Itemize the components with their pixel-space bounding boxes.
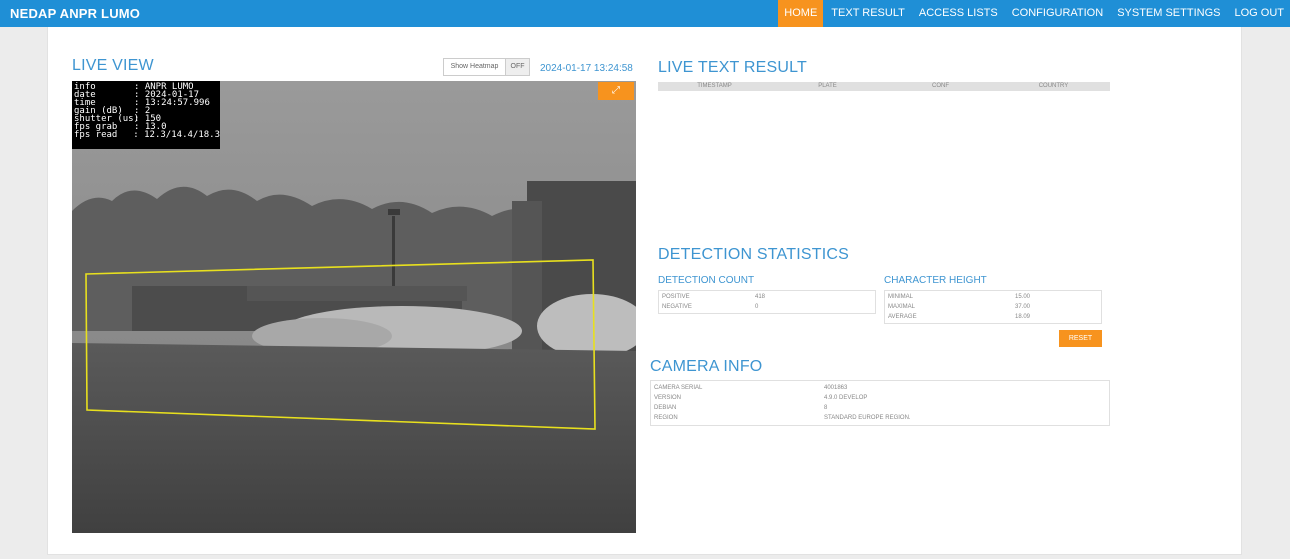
stat-label: NEGATIVE	[662, 304, 692, 310]
top-navbar: NEDAP ANPR LUMO HOME TEXT RESULT ACCESS …	[0, 0, 1290, 27]
stat-value: 15.00	[1015, 294, 1031, 300]
overlay-value: : 12.3/14.4/18.3	[133, 130, 220, 140]
stat-label: AVERAGE	[888, 314, 917, 320]
cam-label: REGION	[654, 415, 678, 421]
result-table-header: TIMESTAMP PLATE CONF COUNTRY	[658, 82, 1110, 91]
character-height-title: CHARACTER HEIGHT	[884, 275, 987, 286]
cam-value: STANDARD EUROPE REGION.	[824, 415, 911, 421]
camera-info-overlay: info: ANPR LUMO date: 2024-01-17 time: 1…	[72, 81, 220, 149]
nav-home[interactable]: HOME	[778, 0, 824, 27]
main-nav: HOME TEXT RESULT ACCESS LISTS CONFIGURAT…	[776, 0, 1290, 27]
col-timestamp[interactable]: TIMESTAMP	[658, 82, 771, 91]
heatmap-state[interactable]: OFF	[505, 59, 529, 75]
cam-value: 4001863	[824, 385, 848, 391]
col-conf[interactable]: CONF	[884, 82, 997, 91]
camera-info-title: CAMERA INFO	[650, 358, 763, 375]
nav-log-out[interactable]: LOG OUT	[1228, 0, 1290, 27]
live-view-title: LIVE VIEW	[72, 57, 154, 74]
stat-label: MINIMAL	[888, 294, 914, 300]
cam-label: CAMERA SERIAL	[654, 385, 703, 391]
stat-value: 418	[755, 294, 766, 300]
expand-icon[interactable]: ⤢	[598, 82, 634, 100]
app-title: NEDAP ANPR LUMO	[10, 6, 141, 21]
detection-count-title: DETECTION COUNT	[658, 275, 755, 286]
reset-button[interactable]: RESET	[1059, 330, 1102, 347]
cam-value: 8	[824, 405, 828, 411]
nav-system-settings[interactable]: SYSTEM SETTINGS	[1111, 0, 1226, 27]
nav-configuration[interactable]: CONFIGURATION	[1006, 0, 1109, 27]
nav-access-lists[interactable]: ACCESS LISTS	[913, 0, 1004, 27]
stat-value: 0	[755, 304, 759, 310]
overlay-key: fps read	[74, 130, 118, 140]
cam-label: DEBIAN	[654, 405, 677, 411]
detection-count-table: POSITIVE 418 NEGATIVE 0	[658, 290, 876, 314]
stat-value: 37.00	[1015, 304, 1031, 310]
cam-label: VERSION	[654, 395, 682, 401]
cam-value: 4.9.0 DEVELOP	[824, 395, 868, 401]
live-timestamp: 2024-01-17 13:24:58	[540, 63, 633, 74]
stat-label: MAXIMAL	[888, 304, 916, 310]
camera-info-table: CAMERA SERIAL 4001863 VERSION 4.9.0 DEVELO…	[650, 380, 1110, 426]
detection-statistics-title: DETECTION STATISTICS	[658, 246, 849, 263]
col-plate[interactable]: PLATE	[771, 82, 884, 91]
heatmap-toggle[interactable]: Show Heatmap OFF	[443, 58, 530, 76]
stat-label: POSITIVE	[662, 294, 690, 300]
nav-text-result[interactable]: TEXT RESULT	[825, 0, 911, 27]
heatmap-label: Show Heatmap	[450, 63, 499, 70]
live-camera-view[interactable]: info: ANPR LUMO date: 2024-01-17 time: 1…	[72, 81, 636, 533]
live-text-result-title: LIVE TEXT RESULT	[658, 59, 808, 76]
stat-value: 18.09	[1015, 314, 1031, 320]
col-country[interactable]: COUNTRY	[997, 82, 1110, 91]
character-height-table: MINIMAL 15.00 MAXIMAL 37.00 AVERAGE 18.09	[884, 290, 1102, 324]
